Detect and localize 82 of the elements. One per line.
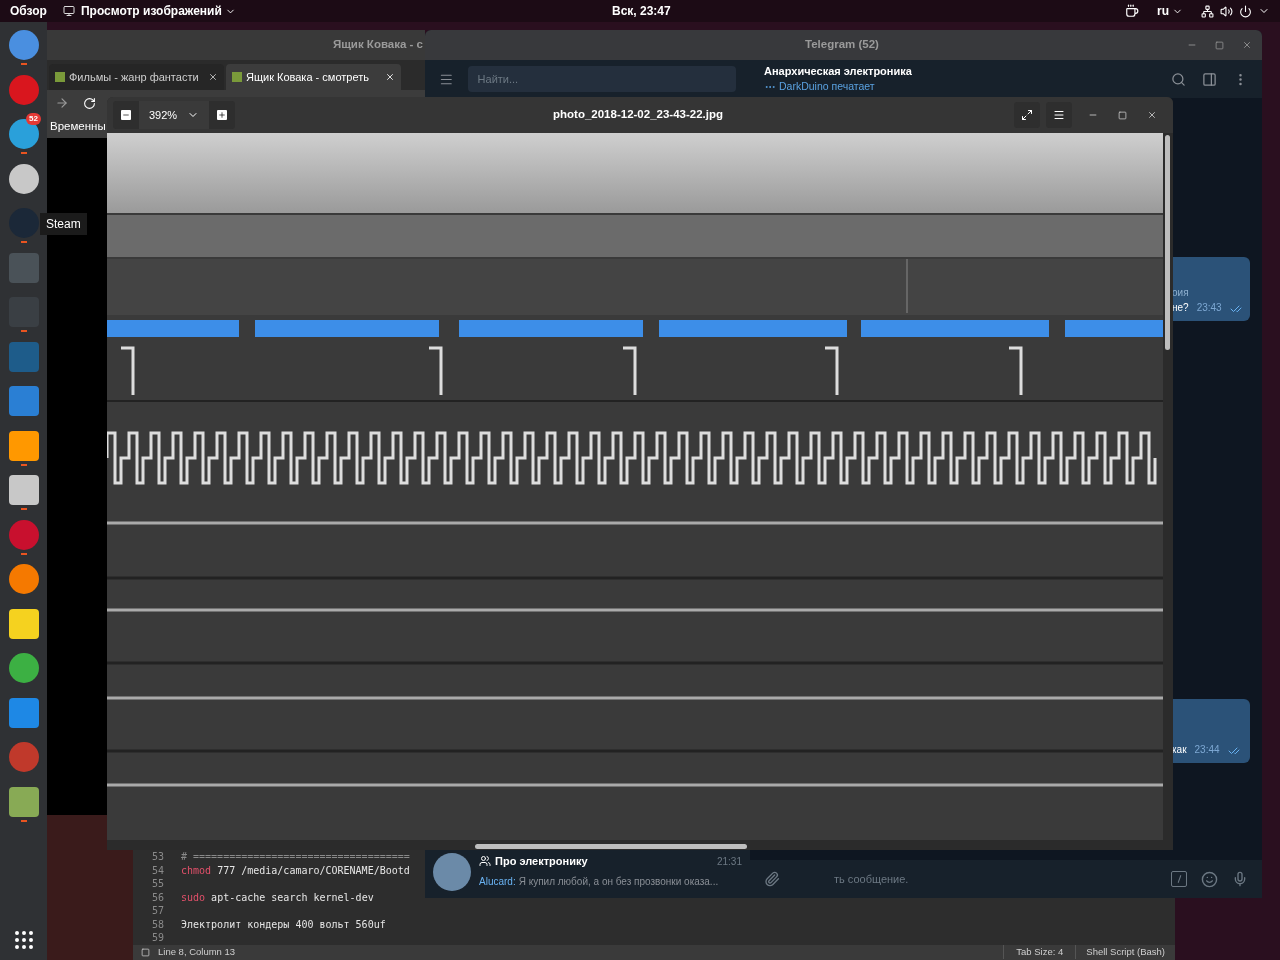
app-icon[interactable] (8, 163, 39, 194)
line-number: 54 (150, 863, 164, 877)
vertical-scrollbar[interactable] (1165, 135, 1170, 350)
power-icon[interactable] (1239, 4, 1252, 18)
app-icon[interactable] (8, 430, 39, 461)
tab-title: Фильмы - жанр фантасти (69, 69, 200, 85)
bookmark-link[interactable]: Временны (50, 118, 106, 136)
chat-time: 21:31 (716, 854, 742, 869)
cup-icon[interactable] (1125, 4, 1139, 18)
close-icon[interactable] (385, 72, 395, 82)
code-line: sudo apt-cache search kernel-dev (181, 890, 374, 904)
language-mode-menu[interactable]: Shell Script (Bash) (1075, 945, 1175, 960)
chat-list-item[interactable]: Про электронику 21:31 Alucard: Я купил любой, а он без прозвонки оказа... (425, 852, 750, 898)
message-text: не? (1172, 301, 1189, 315)
line-number: 57 (150, 904, 164, 918)
overview-button[interactable]: Обзор (10, 2, 47, 20)
message-preview: Я купил любой, а он без прозвонки оказа... (518, 874, 719, 889)
code-line: Электролит кондеры 400 вольт 560uf (181, 917, 386, 931)
browser-tab[interactable]: Ящик Ковака - смотреть (226, 64, 401, 90)
clock[interactable]: Вск, 23:47 (612, 2, 671, 20)
app-icon[interactable] (8, 608, 39, 639)
emoji-icon[interactable] (1201, 870, 1218, 888)
network-icon[interactable] (1201, 4, 1214, 18)
line-number: 56 (150, 890, 164, 904)
window-title: Telegram (52) (805, 37, 879, 53)
typing-status: DarkDuino печатает (779, 79, 875, 95)
message-field[interactable]: ть сообщение. (794, 870, 1157, 888)
sender-name: Alucard: (479, 874, 516, 889)
commands-icon[interactable] (1171, 871, 1187, 887)
close-icon[interactable] (208, 72, 218, 82)
app-icon[interactable] (8, 119, 39, 149)
reload-icon[interactable] (83, 96, 96, 110)
site-icon (232, 72, 242, 82)
group-icon (479, 855, 491, 868)
app-icon[interactable] (8, 475, 39, 505)
microphone-icon[interactable] (1232, 871, 1248, 887)
code-line: chmod 777 /media/camaro/CORENAME/Bootd (181, 863, 410, 877)
code-line: # ==================================== (181, 850, 410, 864)
zoom-level-menu[interactable]: 392% (139, 101, 210, 129)
window-title: Ящик Ковака - с (332, 37, 423, 53)
chat-name: Про электронику (495, 854, 588, 869)
close-icon[interactable] (1242, 40, 1252, 50)
maximize-icon[interactable] (1118, 110, 1127, 120)
menu-button[interactable] (1046, 102, 1072, 128)
window-title: photo_2018-12-02_23-43-22.jpg (553, 107, 724, 123)
avatar (433, 853, 471, 891)
image-viewer-icon (62, 5, 75, 17)
panel-icon[interactable] (141, 947, 150, 957)
tooltip: Steam (40, 213, 87, 235)
search-icon[interactable] (1171, 71, 1186, 87)
chat-title: Анархическая электроника (764, 63, 912, 79)
horizontal-scrollbar[interactable] (475, 844, 747, 849)
app-icon[interactable] (8, 564, 39, 594)
close-icon[interactable] (1147, 110, 1157, 120)
tab-size-menu[interactable]: Tab Size: 4 (1003, 945, 1076, 960)
app-icon[interactable] (8, 30, 39, 60)
minus-icon (122, 111, 130, 119)
plus-icon (218, 111, 227, 119)
attach-icon[interactable] (764, 871, 780, 887)
language-menu[interactable]: ru (1157, 2, 1169, 20)
message-time: 23:43 (1196, 301, 1222, 315)
message-time: 23:44 (1194, 743, 1220, 757)
menu-icon (1053, 109, 1065, 121)
line-number: 58 (150, 917, 164, 931)
browser-tab[interactable]: Фильмы - жанр фантасти (49, 64, 224, 90)
app-icon[interactable] (8, 697, 39, 728)
line-number: 59 (150, 931, 164, 945)
cursor-position: Line 8, Column 13 (158, 945, 236, 960)
app-icon[interactable] (8, 653, 39, 683)
message-text: как (1172, 743, 1187, 757)
app-icon[interactable] (8, 786, 39, 817)
forward-icon[interactable] (55, 96, 69, 110)
volume-icon[interactable] (1220, 4, 1233, 18)
app-menu[interactable]: Просмотр изображений (80, 2, 222, 20)
side-panel-icon[interactable] (1202, 71, 1217, 87)
unread-badge: 52 (26, 113, 41, 125)
site-icon (55, 72, 65, 82)
expand-icon (1021, 109, 1033, 121)
line-number: 53 (150, 850, 164, 864)
fullscreen-button[interactable] (1014, 102, 1040, 128)
line-number: 55 (150, 877, 164, 891)
tab-title: Ящик Ковака - смотреть (246, 69, 370, 85)
